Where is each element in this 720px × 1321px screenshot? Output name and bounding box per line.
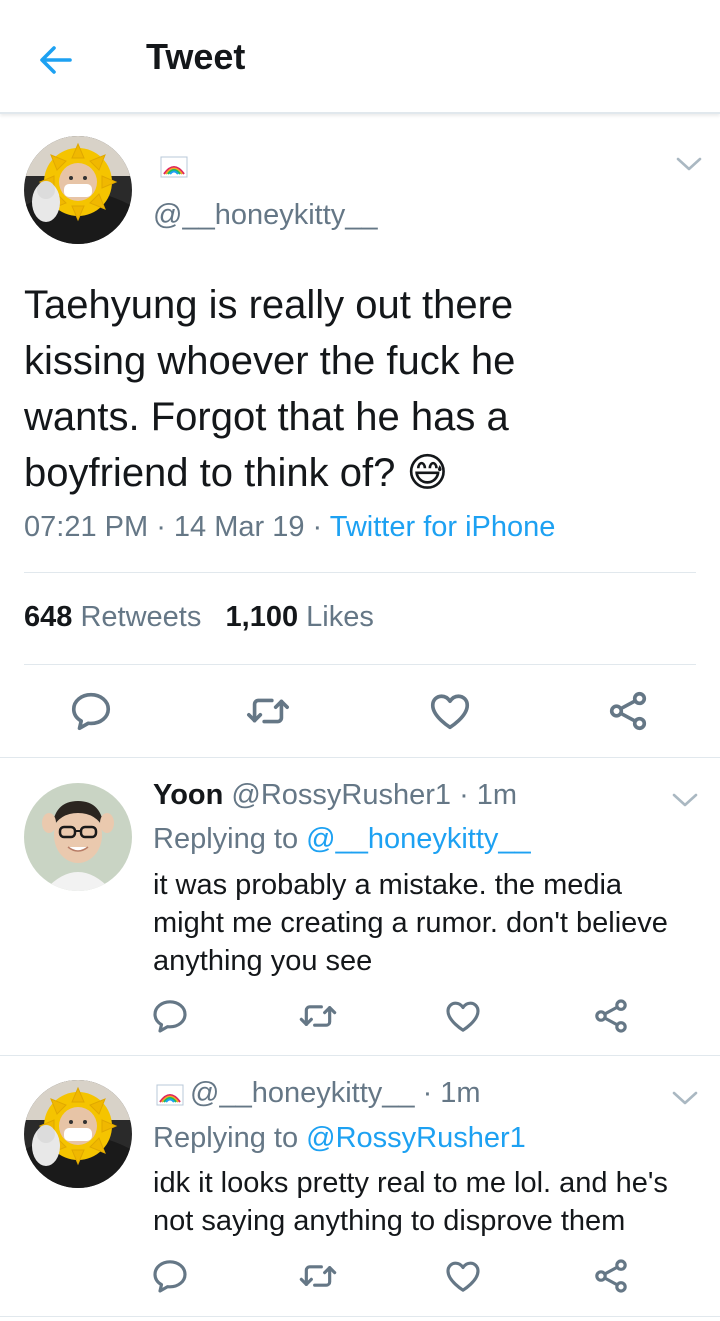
retweets-stat[interactable]: 648 Retweets xyxy=(24,601,201,633)
arrow-left-icon[interactable] xyxy=(34,38,78,82)
divider xyxy=(24,664,696,665)
replying-to-label: Replying to xyxy=(153,823,299,855)
retweet-icon[interactable] xyxy=(298,1256,338,1296)
tweet-text-line: wants. Forgot that he has a xyxy=(24,395,509,439)
top-app-bar: Tweet xyxy=(0,0,720,114)
avatar[interactable] xyxy=(24,783,132,891)
reply-icon[interactable] xyxy=(150,1256,190,1296)
share-icon[interactable] xyxy=(591,1256,631,1296)
divider xyxy=(0,1316,720,1317)
avatar[interactable] xyxy=(24,136,132,244)
chevron-down-icon[interactable] xyxy=(670,1088,700,1108)
share-icon[interactable] xyxy=(591,996,631,1036)
reply-text-line: might me creating a rumor. don't believe xyxy=(153,907,668,939)
page-title: Tweet xyxy=(146,36,246,77)
reply-author-handle[interactable]: @RossyRusher1 xyxy=(231,779,451,811)
divider xyxy=(24,572,696,573)
replying-to-label: Replying to xyxy=(153,1122,299,1154)
likes-stat[interactable]: 1,100 Likes xyxy=(226,601,374,633)
likes-label: Likes xyxy=(306,601,374,633)
tweet-time: 07:21 PM xyxy=(24,511,149,543)
tweet-meta: 07:21 PM · 14 Mar 19 · Twitter for iPhon… xyxy=(24,511,555,544)
meta-separator: · xyxy=(304,511,330,543)
chevron-down-icon[interactable] xyxy=(670,790,700,810)
retweets-label: Retweets xyxy=(80,601,202,633)
reply-author-name[interactable]: Yoon xyxy=(153,779,223,811)
tweet-date: 14 Mar 19 xyxy=(173,511,305,543)
avatar[interactable] xyxy=(24,1080,132,1188)
replying-to-link[interactable]: @RossyRusher1 xyxy=(306,1122,526,1154)
reply-text-line: idk it looks pretty real to me lol. and … xyxy=(153,1167,668,1199)
tweet-stats: 648 Retweets 1,100 Likes xyxy=(24,601,374,634)
meta-separator: · xyxy=(148,511,174,543)
retweets-count: 648 xyxy=(24,601,73,633)
replying-to: Replying to @RossyRusher1 xyxy=(153,1122,526,1155)
heart-icon[interactable] xyxy=(443,996,483,1036)
reply-header: @__honeykitty__ · 1m xyxy=(190,1077,481,1110)
divider xyxy=(0,1055,720,1056)
chevron-down-icon[interactable] xyxy=(674,154,704,174)
reply-text: idk it looks pretty real to me lol. and … xyxy=(153,1164,713,1240)
reply-text-line: it was probably a mistake. the media xyxy=(153,869,623,901)
heart-icon[interactable] xyxy=(427,688,473,734)
tweet-source-link[interactable]: Twitter for iPhone xyxy=(330,511,556,543)
reply-text-line: anything you see xyxy=(153,945,373,977)
reply-time: · 1m xyxy=(459,779,518,811)
rainbow-flag-icon xyxy=(160,156,188,178)
likes-count: 1,100 xyxy=(225,601,299,633)
tweet-text: Taehyung is really out there kissing who… xyxy=(24,277,704,501)
divider xyxy=(0,757,720,758)
tweet-text-line-4: boyfriend to think of? xyxy=(24,451,396,495)
tweet-text-line: kissing whoever the fuck he xyxy=(24,339,516,383)
reply-icon[interactable] xyxy=(150,996,190,1036)
heart-icon[interactable] xyxy=(443,1256,483,1296)
reply-header: Yoon @RossyRusher1 · 1m xyxy=(153,779,517,812)
grinning-sweat-emoji: 😅 xyxy=(406,450,449,496)
reply-icon[interactable] xyxy=(68,688,114,734)
tweet-text-line: Taehyung is really out there xyxy=(24,283,514,327)
rainbow-flag-icon xyxy=(156,1084,184,1106)
tweet-text-line: boyfriend to think of? 😅 xyxy=(24,445,704,501)
tweet-author-handle[interactable]: @__honeykitty__ xyxy=(153,199,378,232)
reply-text-line: not saying anything to disprove them xyxy=(153,1205,626,1237)
reply-author-handle[interactable]: @__honeykitty__ xyxy=(190,1077,415,1109)
retweet-icon[interactable] xyxy=(245,688,291,734)
reply-text: it was probably a mistake. the media mig… xyxy=(153,866,713,980)
retweet-icon[interactable] xyxy=(298,996,338,1036)
share-icon[interactable] xyxy=(605,688,651,734)
reply-time: · 1m xyxy=(422,1077,481,1109)
replying-to-link[interactable]: @__honeykitty__ xyxy=(306,823,531,855)
replying-to: Replying to @__honeykitty__ xyxy=(153,823,531,856)
